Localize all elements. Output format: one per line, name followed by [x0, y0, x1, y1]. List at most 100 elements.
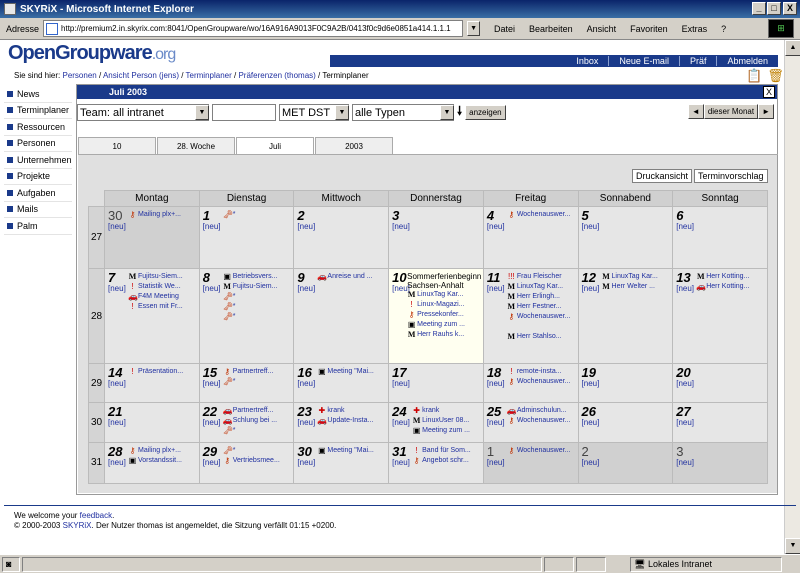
calendar-day-cell[interactable]: 28 [neu] ⚷ Mailing plx+... ▣ Vorstandssit...	[104, 441, 200, 485]
maximize-button[interactable]: □	[767, 2, 781, 15]
appointment-item[interactable]: ⚷ Mailing plx+...	[128, 210, 198, 220]
appointment-item[interactable]: ▣ Vorstandssit...	[128, 456, 198, 466]
calendar-day-cell[interactable]: 7 [neu] M Fujitsu-Siem...! Statistik We... 🚗 F…	[104, 268, 200, 365]
appointment-item[interactable]: ! remote-insta...	[507, 367, 577, 377]
appointment-item[interactable]: ⚷ Wochenauswer...	[507, 210, 577, 220]
day-number[interactable]: 3	[676, 445, 690, 458]
appointment-item[interactable]: M Fujitsu-Siem...	[128, 272, 198, 282]
appointment-item[interactable]: 🚗 Partnertreff...	[223, 406, 293, 416]
appointment-item[interactable]: 🚗 F4M Meeting	[128, 292, 198, 302]
breadcrumb-link[interactable]: Terminplaner	[186, 71, 232, 80]
day-number[interactable]: 5	[582, 209, 596, 222]
new-appointment-link[interactable]: [neu]	[392, 379, 481, 388]
appointment-item[interactable]: ▣ Meeting "Mai...	[317, 367, 387, 377]
new-appointment-link[interactable]: [neu]	[676, 222, 765, 231]
calendar-day-cell[interactable]: 4 [neu] ⚷ Wochenauswer...	[482, 205, 579, 270]
calendar-day-cell[interactable]: 9 [neu] 🚗 Anreise und ...	[293, 268, 390, 365]
day-number[interactable]: 6	[676, 209, 690, 222]
calendar-day-cell[interactable]: 10 [neu] Sommerferienbeginn Sachsen-Anhalt…	[388, 268, 484, 365]
new-appointment-link[interactable]: [neu]	[582, 418, 671, 427]
appointment-item[interactable]: ! Band für Som...	[412, 446, 482, 456]
appointment-item[interactable]: 🚗 Adminschulun...	[507, 406, 577, 416]
day-number[interactable]: 2	[582, 445, 596, 458]
sidebar-item-ressourcen[interactable]: Ressourcen	[4, 119, 72, 136]
appointment-item[interactable]: 🗝 *	[223, 446, 293, 456]
appointment-item[interactable]: M Fujitsu-Siem...	[223, 282, 293, 292]
calendar-day-cell[interactable]: 6 [neu]	[672, 205, 768, 270]
calendar-day-cell[interactable]: 12 [neu] M LinuxTag Kar... M Herr Welter ...	[577, 268, 674, 365]
print-view-button[interactable]: Druckansicht	[632, 169, 693, 183]
tab-0[interactable]: 10	[78, 137, 156, 155]
calendar-day-cell[interactable]: 26 [neu]	[577, 401, 674, 443]
appointment-item[interactable]: M LinuxTag Kar...	[407, 290, 482, 300]
calendar-day-cell[interactable]: 27 [neu]	[672, 401, 768, 443]
day-number[interactable]: 31	[392, 445, 406, 458]
appointment-item[interactable]: ✚ krank	[317, 406, 387, 416]
new-appointment-link[interactable]: [neu]	[297, 379, 386, 388]
appointment-item[interactable]: ⚷ Wochenauswer...	[507, 312, 577, 322]
calendar-day-cell[interactable]: 1 [neu] ⚷ Wochenauswer...	[482, 441, 579, 485]
scroll-down-arrow-icon[interactable]: ▼	[785, 538, 800, 554]
day-number[interactable]: 9	[297, 271, 311, 284]
new-appointment-link[interactable]: [neu]	[676, 458, 765, 467]
appointment-item[interactable]: 🗝 *	[223, 292, 293, 302]
appointment-item[interactable]: ⚷ Wochenauswer...	[507, 377, 577, 387]
day-number[interactable]: 25	[487, 405, 501, 418]
day-number[interactable]: 3	[392, 209, 406, 222]
appointment-item[interactable]: M LinuxUser 08...	[412, 416, 482, 426]
tab-3[interactable]: 2003	[315, 137, 393, 155]
new-appointment-link[interactable]: [neu]	[676, 418, 765, 427]
appointment-item[interactable]: ⚷ Angebot schr...	[412, 456, 482, 466]
appointment-proposal-button[interactable]: Terminvorschlag	[694, 169, 768, 183]
appointment-item[interactable]: ⚷ Wochenauswer...	[507, 416, 577, 426]
day-number[interactable]: 18	[487, 366, 501, 379]
calendar-day-cell[interactable]: 14 [neu]! Präsentation...	[104, 363, 200, 403]
sidebar-item-mails[interactable]: Mails	[4, 202, 72, 218]
timezone-select[interactable]: MET DST ▼	[279, 104, 349, 121]
day-number[interactable]: 10	[392, 271, 406, 284]
this-month-button[interactable]: dieser Monat	[703, 104, 759, 119]
day-number[interactable]: 21	[108, 405, 122, 418]
appointment-item[interactable]: ⚷ Pressekonfer...	[407, 310, 482, 320]
day-number[interactable]: 22	[203, 405, 217, 418]
clipboard-icon[interactable]: 📋	[746, 68, 762, 84]
sidebar-item-terminplaner[interactable]: Terminplaner	[4, 103, 72, 119]
calendar-day-cell[interactable]: 23 [neu] ✚ krank 🚗 Update-Insta...	[293, 401, 390, 443]
day-number[interactable]: 27	[676, 405, 690, 418]
calendar-day-cell[interactable]: 30 [neu] ⚷ Mailing plx+...	[104, 205, 200, 270]
appointment-item[interactable]: M LinuxTag Kar...	[507, 282, 577, 292]
new-appointment-link[interactable]: [neu]	[108, 379, 197, 388]
topnav-link-2[interactable]: Präf	[678, 56, 717, 66]
calendar-day-cell[interactable]: 31 [neu]! Band für Som... ⚷ Angebot schr...	[388, 441, 484, 485]
day-number[interactable]: 20	[676, 366, 690, 379]
new-appointment-link[interactable]: [neu]	[582, 379, 671, 388]
appointment-item[interactable]	[507, 322, 577, 332]
new-appointment-link[interactable]: [neu]	[582, 458, 671, 467]
calendar-day-cell[interactable]: 3 [neu]	[672, 441, 768, 485]
sidebar-item-news[interactable]: News	[4, 86, 72, 103]
appointment-item[interactable]: M Herr Welter ...	[602, 282, 672, 292]
calendar-day-cell[interactable]: 1 [neu] 🗝 *	[198, 205, 295, 270]
appointment-item[interactable]: ⚷ Mailing plx+...	[128, 446, 198, 456]
calendar-day-cell[interactable]: 8 [neu] ▣ Betriebsvers... M Fujitsu-Siem... 🗝 *…	[198, 268, 295, 365]
day-number[interactable]: 12	[582, 271, 596, 284]
day-number[interactable]: 1	[203, 209, 217, 222]
close-window-button[interactable]: X	[783, 2, 797, 15]
appointment-item[interactable]: 🗝 *	[223, 210, 293, 220]
calendar-day-cell[interactable]: 5 [neu]	[577, 205, 674, 270]
calendar-day-cell[interactable]: 19 [neu]	[577, 363, 674, 403]
address-dropdown-button[interactable]: ▼	[467, 21, 481, 36]
new-appointment-link[interactable]: [neu]	[487, 458, 576, 467]
appointment-item[interactable]: 🗝 *	[223, 377, 293, 387]
day-number[interactable]: 29	[203, 445, 217, 458]
new-appointment-link[interactable]: [neu]	[676, 379, 765, 388]
skyrix-link[interactable]: SKYRiX	[63, 521, 92, 530]
breadcrumb-link[interactable]: Ansicht Person (jens)	[103, 71, 179, 80]
team-select[interactable]: Team: all intranet ▼	[77, 104, 209, 121]
show-button[interactable]: anzeigen	[465, 105, 506, 120]
tab-2[interactable]: Juli	[236, 137, 314, 155]
next-month-button[interactable]: ►	[758, 104, 774, 119]
appointment-item[interactable]: M Herr Rauhs k...	[407, 330, 482, 340]
appointment-item[interactable]: ▣ Meeting zum ...	[412, 426, 482, 436]
new-appointment-link[interactable]: [neu]	[297, 284, 386, 293]
